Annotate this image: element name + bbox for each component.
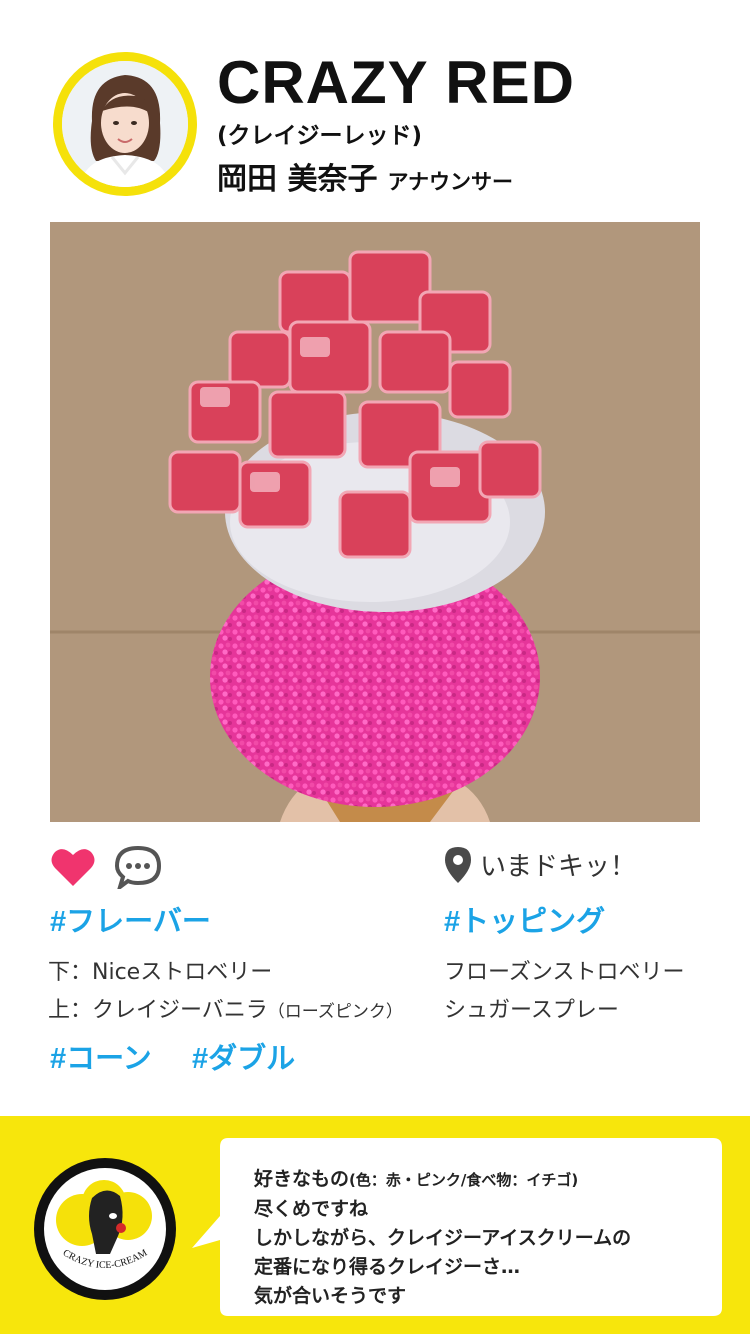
map-pin-icon — [445, 847, 471, 883]
announcer-role: アナウンサー — [387, 170, 514, 194]
announcer-name: 岡田 美奈子 — [217, 162, 378, 197]
announcer: 岡田 美奈子 アナウンサー — [217, 154, 513, 198]
comment-line-2: 尽くめですね — [254, 1198, 369, 1220]
comment-line-1: 好きなもの — [254, 1168, 350, 1190]
comment-line-4: 定番になり得るクレイジーさ… — [254, 1256, 521, 1278]
tag-topping[interactable]: #トッピング — [444, 898, 605, 940]
flavor-top-name: 上：クレイジーバニラ — [48, 998, 268, 1023]
topping-item-2: シュガースプレー — [444, 998, 619, 1023]
comment-line-5: 気が合いそうです — [254, 1285, 407, 1307]
flavor-top-note: （ローズピンク） — [267, 1002, 403, 1022]
brand-logo: CRAZY ICE-CREAM — [34, 1158, 176, 1300]
page-subtitle: (クレイジーレッド) — [217, 123, 423, 149]
avatar — [62, 61, 188, 187]
flavor-top: 上：クレイジーバニラ（ローズピンク） — [48, 992, 403, 1024]
heart-icon[interactable] — [50, 846, 96, 888]
location-label[interactable]: いまドキッ！ — [480, 846, 636, 883]
comment-line-3: しかしながら、クレイジーアイスクリームの — [254, 1227, 632, 1249]
comment-line-1-paren: (色：赤・ピンク/食べ物：イチゴ) — [349, 1171, 579, 1189]
announcer-comment: 好きなもの(色：赤・ピンク/食べ物：イチゴ) 尽くめですね しかしながら、クレイ… — [254, 1165, 704, 1311]
tag-double[interactable]: #ダブル — [192, 1035, 295, 1077]
tag-flavor[interactable]: #フレーバー — [50, 898, 211, 940]
comment-icon[interactable] — [114, 845, 162, 889]
page-title: CRAZY RED — [217, 49, 575, 116]
ice-cream-photo — [50, 222, 700, 822]
tag-cone[interactable]: #コーン — [50, 1035, 152, 1077]
topping-item-1: フローズンストロベリー — [444, 960, 685, 985]
flavor-bottom: 下：Niceストロベリー — [48, 960, 273, 985]
